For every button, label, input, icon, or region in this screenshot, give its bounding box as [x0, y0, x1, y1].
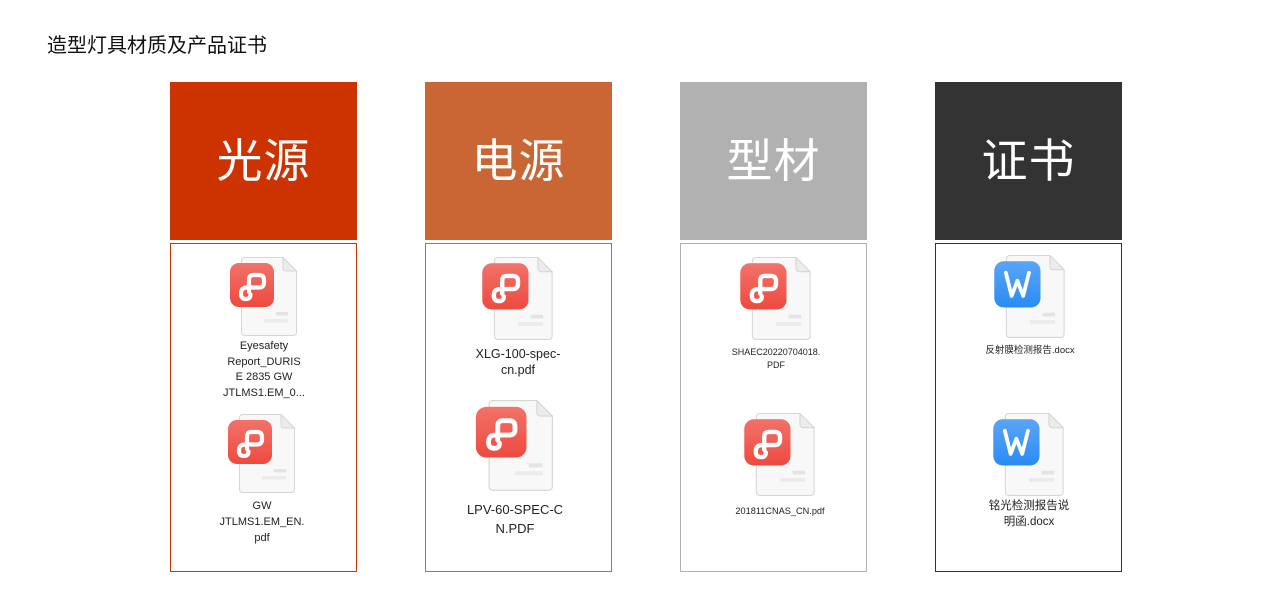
category-header: 型材 — [680, 82, 867, 240]
file-name: 铭光检测报告说 明函.docx — [989, 498, 1070, 530]
column-profile-material: 型材 SHAEC20220704018. PDF 201811CNAS_CN.p… — [680, 0, 867, 599]
file-name: XLG-100-spec- cn.pdf — [476, 346, 561, 378]
file-panel: 反射膜检测报告.docx 铭光检测报告说 明函.docx — [935, 243, 1122, 572]
file-name-line: Report_DURIS — [227, 355, 301, 368]
file-name-line: Eyesafety — [239, 340, 289, 352]
file-name-line: 201811CNAS_CN.pdf — [735, 506, 825, 516]
file-name-line: JTLMS1.EM_0... — [223, 386, 305, 399]
file-item[interactable]: 铭光检测报告说 明函.docx — [959, 413, 1099, 530]
pdf-file-icon-graphic — [230, 258, 297, 336]
word-file-icon-graphic — [992, 413, 1066, 497]
pdf-file-icon-graphic — [740, 258, 810, 340]
file-item[interactable]: Eyesafety Report_DURIS E 2835 GW JTLMS1.… — [194, 257, 334, 401]
file-panel: Eyesafety Report_DURIS E 2835 GW JTLMS1.… — [170, 243, 357, 572]
category-title: 电源 — [471, 134, 566, 188]
file-name-line: E 2835 GW — [235, 371, 293, 383]
file-item[interactable]: XLG-100-spec- cn.pdf — [448, 257, 588, 378]
category-header: 电源 — [425, 82, 612, 240]
category-header: 光源 — [170, 82, 357, 240]
file-name: GW JTLMS1.EM_EN. pdf — [220, 498, 305, 546]
word-file-icon[interactable] — [993, 255, 1067, 339]
pdf-file-icon-graphic — [476, 401, 552, 491]
pdf-file-icon-graphic — [482, 258, 552, 340]
file-item[interactable]: 反射膜检测报告.docx — [960, 255, 1100, 357]
file-panel: SHAEC20220704018. PDF 201811CNAS_CN.pdf — [680, 243, 867, 572]
pdf-file-icon[interactable] — [743, 413, 817, 497]
file-name-line: 反射膜检测报告.docx — [985, 345, 1075, 356]
file-item[interactable]: SHAEC20220704018. PDF — [706, 257, 846, 372]
file-name: LPV-60-SPEC-C N.PDF — [467, 500, 563, 538]
file-item[interactable]: GW JTLMS1.EM_EN. pdf — [192, 414, 332, 546]
file-name: SHAEC20220704018. PDF — [732, 346, 821, 372]
pdf-file-icon[interactable] — [739, 257, 813, 341]
file-name-line: N.PDF — [495, 521, 535, 536]
pdf-file-icon[interactable] — [474, 400, 556, 492]
column-light-source: 光源 Eyesafety Report_DURIS E 2835 GW JTLM… — [170, 0, 357, 599]
file-name-line: GW — [252, 500, 272, 512]
file-name: 201811CNAS_CN.pdf — [735, 505, 824, 518]
file-name-line: 铭光检测报告说 — [988, 500, 1070, 512]
file-name: 反射膜检测报告.docx — [985, 344, 1074, 357]
file-panel: XLG-100-spec- cn.pdf LPV-60-SPEC-C N.PDF — [425, 243, 612, 572]
file-item[interactable]: 201811CNAS_CN.pdf — [710, 413, 850, 518]
file-name-line: 明函.docx — [1003, 516, 1055, 528]
word-file-icon[interactable] — [992, 413, 1066, 497]
file-name-line: pdf — [254, 532, 270, 544]
file-name: Eyesafety Report_DURIS E 2835 GW JTLMS1.… — [223, 339, 305, 401]
word-file-icon-graphic — [993, 255, 1067, 339]
file-name-line: PDF — [766, 360, 785, 370]
pdf-file-icon[interactable] — [481, 257, 555, 341]
category-title: 光源 — [216, 134, 311, 188]
column-certificates: 证书 反射膜检测报告.docx 铭光检测报告说 明函.docx — [935, 0, 1122, 599]
file-item[interactable]: LPV-60-SPEC-C N.PDF — [445, 400, 585, 538]
file-name-line: XLG-100-spec- — [475, 347, 561, 361]
pdf-file-icon[interactable] — [228, 414, 296, 494]
file-name-line: SHAEC20220704018. — [731, 347, 821, 357]
pdf-file-icon[interactable] — [230, 257, 298, 337]
file-name-line: JTLMS1.EM_EN. — [219, 516, 305, 528]
pdf-file-icon-graphic — [228, 415, 295, 493]
category-title: 型材 — [726, 134, 821, 188]
pdf-file-icon-graphic — [744, 414, 814, 496]
file-name-line: LPV-60-SPEC-C — [466, 502, 564, 517]
category-header: 证书 — [935, 82, 1122, 240]
column-power-supply: 电源 XLG-100-spec- cn.pdf LPV-60-SPEC-C N.… — [425, 0, 612, 599]
category-title: 证书 — [981, 134, 1076, 188]
file-name-line: cn.pdf — [500, 363, 536, 377]
